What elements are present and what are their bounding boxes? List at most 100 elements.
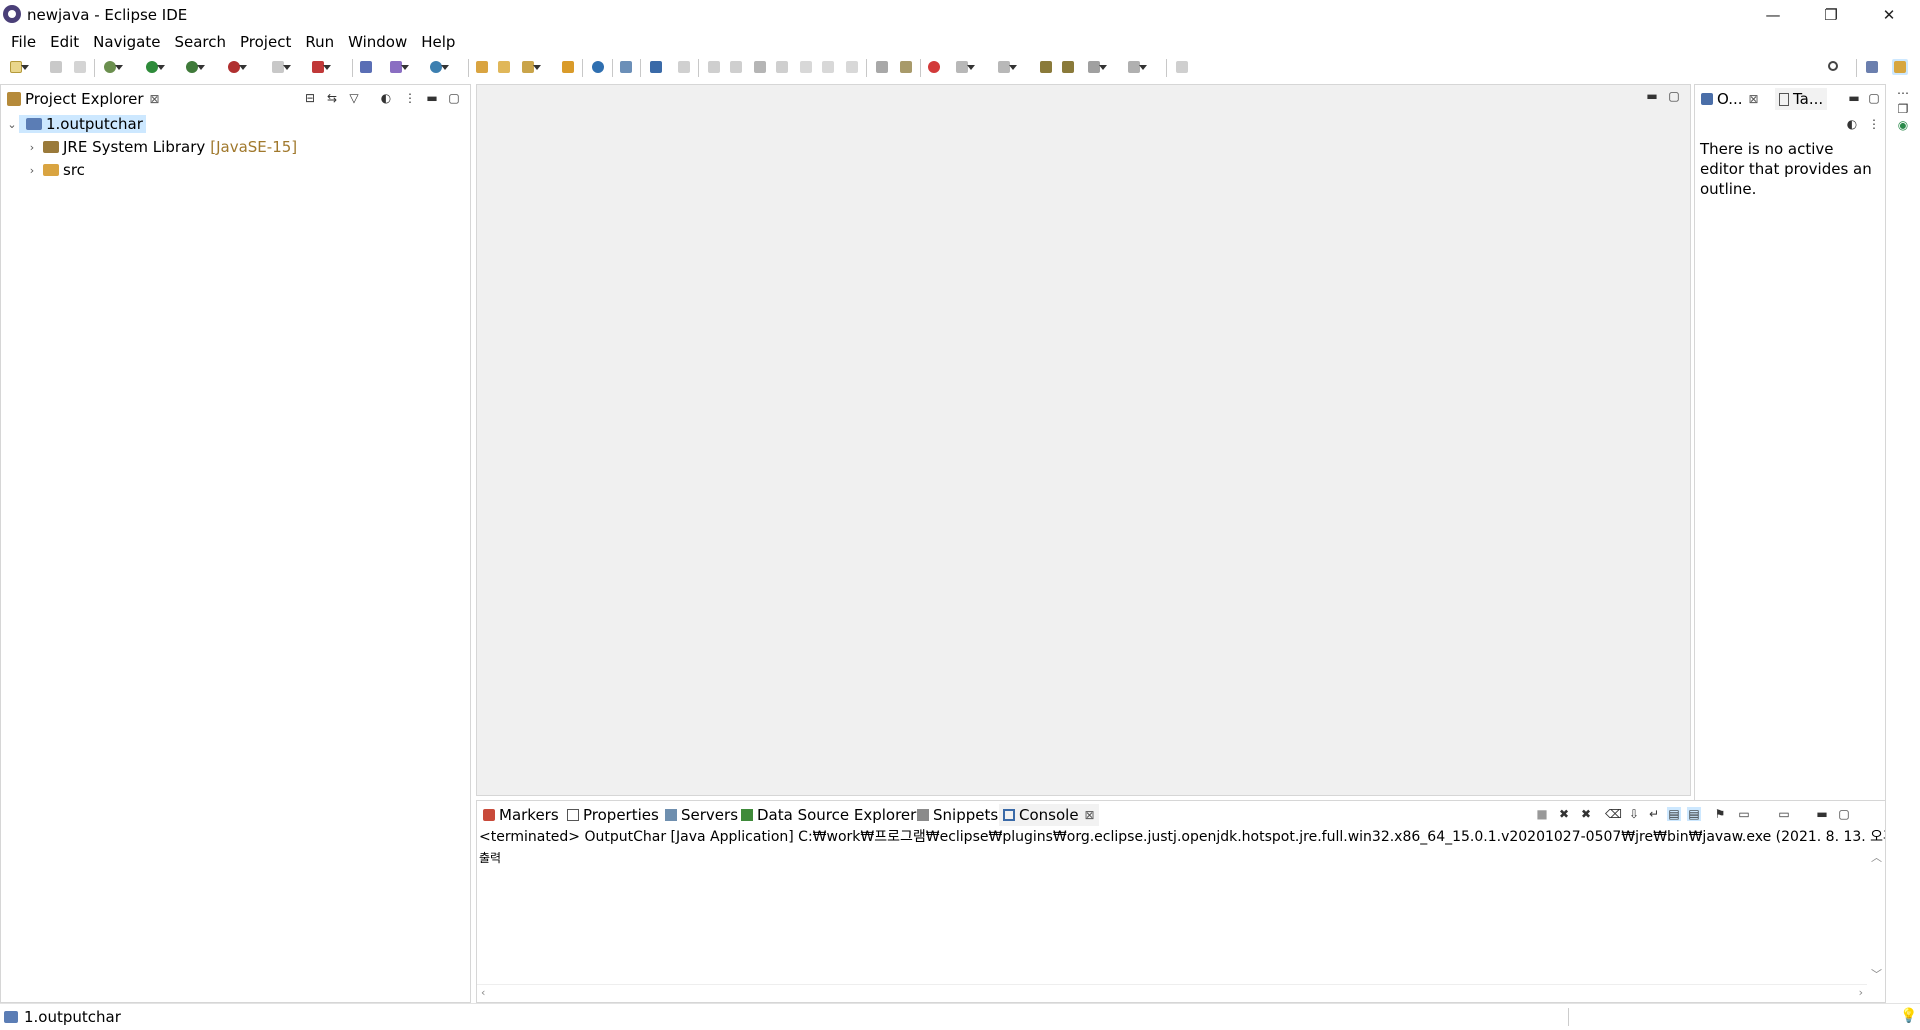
save-icon[interactable] <box>48 59 64 75</box>
drop-to-frame-icon[interactable] <box>874 59 890 75</box>
scroll-down-icon[interactable]: ﹀ <box>1871 966 1882 982</box>
focus-icon[interactable]: ◐ <box>1845 117 1859 131</box>
tab-snippets[interactable]: Snippets <box>913 804 1002 826</box>
show-on-stderr-icon[interactable]: ▤ <box>1687 807 1701 821</box>
close-icon[interactable]: ⊠ <box>1749 92 1759 106</box>
tab-outline[interactable]: O... ⊠ <box>1697 88 1763 110</box>
globe-icon[interactable] <box>590 59 606 75</box>
open-resource-icon[interactable] <box>496 59 512 75</box>
last-edit-location-icon[interactable] <box>1038 59 1054 75</box>
menu-help[interactable]: Help <box>414 33 462 51</box>
server-icon[interactable] <box>310 59 331 75</box>
maximize-icon[interactable]: ▢ <box>1837 807 1851 821</box>
tab-properties[interactable]: Properties <box>563 804 663 826</box>
tree-item-src[interactable]: › src <box>25 159 85 181</box>
new-icon[interactable] <box>8 59 29 75</box>
menu-search[interactable]: Search <box>167 33 233 51</box>
tab-task-list[interactable]: Ta... <box>1775 88 1828 110</box>
forward-arrow-icon[interactable] <box>1126 59 1147 75</box>
forward-edit-icon[interactable] <box>1060 59 1076 75</box>
console-horizontal-scrollbar[interactable]: ‹ › <box>477 984 1867 1002</box>
view-menu-icon[interactable]: ⋮ <box>1867 117 1881 131</box>
next-annotation-icon[interactable] <box>954 59 975 75</box>
minimize-icon[interactable]: ▬ <box>425 91 439 105</box>
scroll-left-icon[interactable]: ‹ <box>481 986 485 999</box>
show-on-stdout-icon[interactable]: ▤ <box>1667 807 1681 821</box>
close-icon[interactable]: ⊠ <box>150 92 160 106</box>
console-output[interactable]: 출력 <box>479 849 501 866</box>
open-type-icon[interactable] <box>474 59 490 75</box>
terminate-icon[interactable] <box>752 59 768 75</box>
minimize-button[interactable]: — <box>1744 0 1802 30</box>
suspend-icon[interactable] <box>728 59 744 75</box>
collapsed-chevron-icon[interactable]: › <box>25 141 39 154</box>
menu-file[interactable]: File <box>4 33 43 51</box>
remove-launch-icon[interactable]: ✖ <box>1557 807 1571 821</box>
java-ee-perspective-icon[interactable] <box>1892 59 1908 75</box>
menu-window[interactable]: Window <box>341 33 414 51</box>
collapsed-chevron-icon[interactable]: › <box>25 164 39 177</box>
minimize-icon[interactable]: ▬ <box>1815 807 1829 821</box>
expand-chevron-icon[interactable]: ⌄ <box>5 118 19 131</box>
step-return-icon[interactable] <box>844 59 860 75</box>
maximize-icon[interactable]: ▢ <box>1667 89 1681 103</box>
link-with-editor-icon[interactable]: ⇆ <box>325 91 339 105</box>
tab-data-source-explorer[interactable]: Data Source Explorer <box>737 804 920 826</box>
menu-run[interactable]: Run <box>298 33 341 51</box>
new-class-icon[interactable] <box>428 59 449 75</box>
open-folder-icon[interactable] <box>560 59 576 75</box>
close-window-button[interactable]: ✕ <box>1860 0 1918 30</box>
tab-markers[interactable]: Markers <box>479 804 563 826</box>
disconnect-icon[interactable] <box>774 59 790 75</box>
console-view-icon[interactable] <box>648 59 664 75</box>
filter-icon[interactable]: ▽ <box>347 91 361 105</box>
save-all-icon[interactable] <box>72 59 88 75</box>
close-icon[interactable]: ⊠ <box>1085 808 1095 822</box>
minimize-icon[interactable]: ▬ <box>1645 89 1659 103</box>
skip-breakpoints-icon[interactable] <box>676 59 692 75</box>
scroll-up-icon[interactable]: ︿ <box>1871 849 1882 865</box>
pin-console-icon[interactable]: ⚑ <box>1713 807 1727 821</box>
pin-editor-icon[interactable] <box>1174 59 1190 75</box>
web-service-icon[interactable] <box>618 59 634 75</box>
debug-icon[interactable] <box>102 59 123 75</box>
restore-icon[interactable]: ❐ <box>1896 102 1910 116</box>
tab-servers[interactable]: Servers <box>661 804 742 826</box>
menu-project[interactable]: Project <box>233 33 298 51</box>
search-icon[interactable] <box>1826 59 1842 75</box>
toggle-mark-icon[interactable] <box>926 59 942 75</box>
word-wrap-icon[interactable]: ↵ <box>1647 807 1661 821</box>
run-icon[interactable] <box>144 59 165 75</box>
focus-icon[interactable]: ◐ <box>379 91 393 105</box>
tree-item-jre[interactable]: › JRE System Library [JavaSE-15] <box>25 136 297 158</box>
console-vertical-scrollbar[interactable]: ︿ ﹀ <box>1867 849 1885 984</box>
view-menu-icon[interactable]: ⋯ <box>1896 86 1910 100</box>
previous-annotation-icon[interactable] <box>996 59 1017 75</box>
servers-view-icon[interactable]: ◉ <box>1896 118 1910 132</box>
lightbulb-icon[interactable]: 💡 <box>1900 1008 1917 1024</box>
new-package-icon[interactable] <box>388 59 409 75</box>
clear-console-icon[interactable]: ⌫ <box>1605 807 1622 821</box>
step-over-icon[interactable] <box>820 59 836 75</box>
collapse-all-icon[interactable]: ⊟ <box>303 91 317 105</box>
scroll-lock-icon[interactable]: ⇩ <box>1627 807 1641 821</box>
menu-navigate[interactable]: Navigate <box>86 33 167 51</box>
menu-edit[interactable]: Edit <box>43 33 86 51</box>
maximize-icon[interactable]: ▢ <box>1867 91 1881 105</box>
tab-project-explorer[interactable]: Project Explorer ⊠ <box>3 88 164 110</box>
coverage-icon[interactable] <box>184 59 205 75</box>
use-step-filters-icon[interactable] <box>898 59 914 75</box>
minimize-icon[interactable]: ▬ <box>1847 91 1861 105</box>
restore-button[interactable]: ❐ <box>1802 0 1860 30</box>
back-arrow-icon[interactable] <box>1086 59 1107 75</box>
tree-item-project[interactable]: ⌄ 1.outputchar <box>5 113 146 135</box>
remove-all-terminated-icon[interactable]: ✖ <box>1579 807 1593 821</box>
step-into-icon[interactable] <box>798 59 814 75</box>
maximize-icon[interactable]: ▢ <box>447 91 461 105</box>
resume-icon[interactable] <box>706 59 722 75</box>
terminate-icon[interactable]: ■ <box>1535 807 1549 821</box>
new-java-project-icon[interactable] <box>358 59 374 75</box>
view-menu-icon[interactable]: ⋮ <box>403 91 417 105</box>
open-console-icon[interactable]: ▭ <box>1777 807 1791 821</box>
search-pen-icon[interactable] <box>520 59 541 75</box>
